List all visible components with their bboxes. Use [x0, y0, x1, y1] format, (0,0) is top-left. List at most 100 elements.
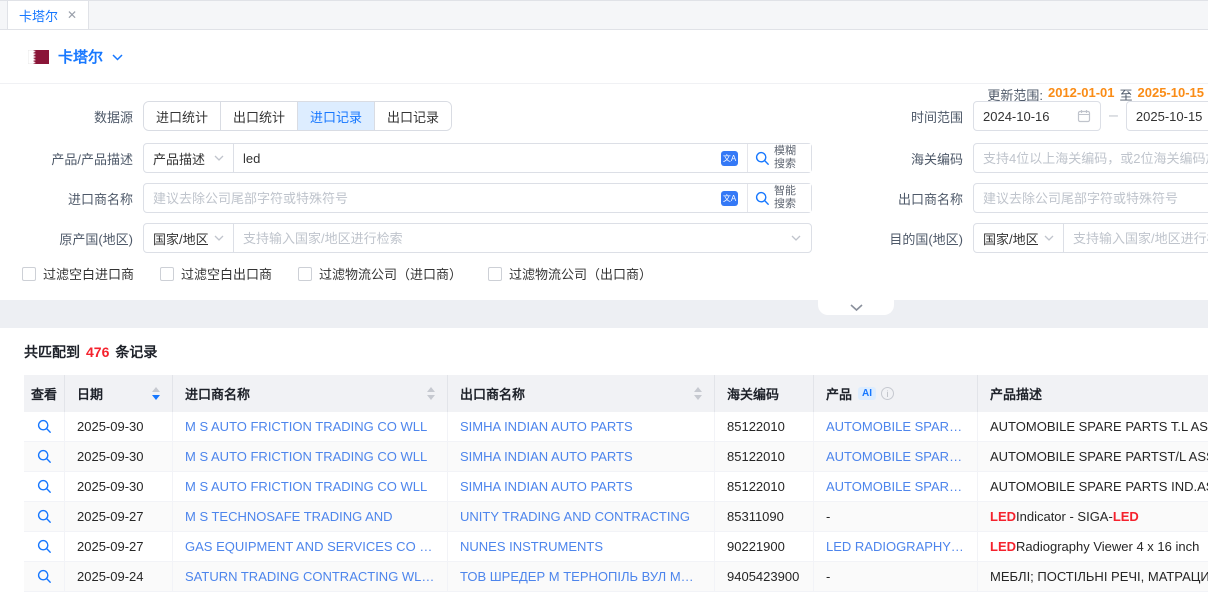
column-header-importer[interactable]: 进口商名称 [173, 375, 448, 412]
tab-title: 卡塔尔 [19, 6, 58, 25]
date-start-input[interactable]: 2024-10-16 [973, 101, 1101, 131]
product-type-select[interactable]: 产品描述 [144, 144, 234, 172]
cell-importer: M S AUTO FRICTION TRADING CO WLL [173, 472, 448, 501]
cell-importer: M S AUTO FRICTION TRADING CO WLL [173, 442, 448, 471]
checkbox-box[interactable] [298, 267, 312, 281]
view-record-icon[interactable] [37, 419, 52, 434]
dest-country-select[interactable]: 国家/地区 [974, 224, 1064, 252]
exporter-link[interactable]: NUNES INSTRUMENTS [460, 539, 603, 554]
importer-link[interactable]: M S AUTO FRICTION TRADING CO WLL [185, 449, 427, 464]
view-record-icon[interactable] [37, 509, 52, 524]
origin-country-select-value: 国家/地区 [153, 229, 209, 248]
table-row: 2025-09-27GAS EQUIPMENT AND SERVICES CO … [24, 532, 1208, 562]
chevron-down-icon[interactable] [112, 54, 123, 61]
results-count: 476 [86, 344, 109, 360]
checkbox-box[interactable] [160, 267, 174, 281]
exporter-link[interactable]: SIMHA INDIAN AUTO PARTS [460, 479, 633, 494]
cell-product: AUTOMOBILE SPARE P... [814, 412, 978, 441]
cell-date: 2025-09-30 [65, 472, 173, 501]
sort-icon[interactable] [144, 387, 160, 400]
product-link[interactable]: AUTOMOBILE SPARE P... [826, 449, 965, 464]
filter-checkbox[interactable]: 过滤物流公司（进口商） [298, 264, 462, 283]
dest-country-group: 国家/地区 [973, 223, 1208, 253]
table-header: 查看 日期 进口商名称 出口商名称 海关编码 产品 [24, 375, 1208, 412]
product-link[interactable]: AUTOMOBILE SPARE P... [826, 419, 965, 434]
filter-checkbox[interactable]: 过滤空白出口商 [160, 264, 272, 283]
translate-icon[interactable]: 文A [721, 191, 738, 206]
checkbox-box[interactable] [488, 267, 502, 281]
filter-checkbox[interactable]: 过滤空白进口商 [22, 264, 134, 283]
cell-importer: M S AUTO FRICTION TRADING CO WLL [173, 412, 448, 441]
data-source-label: 数据源 [0, 107, 133, 126]
product-type-value: 产品描述 [153, 149, 205, 168]
cell-description: AUTOMOBILE SPARE PARTS IND.ASS... [978, 472, 1208, 501]
cell-view [24, 562, 65, 591]
importer-input[interactable] [144, 184, 721, 212]
data-source-option[interactable]: 出口统计 [220, 102, 297, 130]
importer-link[interactable]: GAS EQUIPMENT AND SERVICES CO LTD [185, 539, 435, 554]
exporter-link[interactable]: UNITY TRADING AND CONTRACTING [460, 509, 690, 524]
cell-importer: SATURN TRADING CONTRACTING WLL BUI... [173, 562, 448, 591]
product-search-input[interactable] [234, 144, 721, 172]
importer-link[interactable]: M S AUTO FRICTION TRADING CO WLL [185, 419, 427, 434]
fuzzy-search-label: 模糊搜索 [774, 145, 798, 170]
filter-panel: 更新范围: 2012-01-01 至 2025-10-15 数据源 进口统计出口… [0, 84, 1208, 300]
filter-checkbox[interactable]: 过滤物流公司（出口商） [488, 264, 652, 283]
product-link[interactable]: AUTOMOBILE SPARE P... [826, 479, 965, 494]
cell-hs-code: 85122010 [715, 442, 814, 471]
view-record-icon[interactable] [37, 479, 52, 494]
product-link[interactable]: LED RADIOGRAPHY VI... [826, 539, 965, 554]
exporter-link[interactable]: ТОВ ШРЕДЕР М ТЕРНОПІЛЬ ВУЛ МИКУЛИ... [460, 569, 702, 584]
summary-prefix: 共匹配到 [24, 342, 80, 362]
checkbox-label: 过滤物流公司（进口商） [319, 264, 462, 283]
column-header-exporter[interactable]: 出口商名称 [448, 375, 715, 412]
checkbox-label: 过滤物流公司（出口商） [509, 264, 652, 283]
importer-link[interactable]: SATURN TRADING CONTRACTING WLL BUI... [185, 569, 435, 584]
column-header-date[interactable]: 日期 [65, 375, 173, 412]
view-record-icon[interactable] [37, 539, 52, 554]
data-source-option[interactable]: 进口记录 [297, 102, 374, 130]
exporter-input[interactable] [973, 183, 1208, 213]
fuzzy-search-button[interactable]: 模糊搜索 [747, 144, 811, 172]
date-start-value: 2024-10-16 [983, 109, 1071, 124]
exporter-label: 出口商名称 [880, 189, 963, 208]
time-range-row: 时间范围 2024-10-16 – 2025-10-15 [880, 101, 1208, 131]
view-record-icon[interactable] [37, 569, 52, 584]
sort-icon[interactable] [419, 387, 435, 400]
cell-product: - [826, 569, 830, 584]
cell-importer: GAS EQUIPMENT AND SERVICES CO LTD [173, 532, 448, 561]
table-row: 2025-09-24SATURN TRADING CONTRACTING WLL… [24, 562, 1208, 592]
cell-description: МЕБЛІ; ПОСТІЛЬНІ РЕЧІ, МАТРАЦИ,... [978, 562, 1208, 591]
hs-code-input[interactable] [973, 143, 1208, 173]
cell-view [24, 532, 65, 561]
sort-icon[interactable] [686, 387, 702, 400]
dest-country-row: 目的国(地区) 国家/地区 [880, 223, 1208, 253]
view-record-icon[interactable] [37, 449, 52, 464]
exporter-link[interactable]: SIMHA INDIAN AUTO PARTS [460, 449, 633, 464]
importer-input-group: 文A 智能搜索 [143, 183, 812, 213]
origin-country-select[interactable]: 国家/地区 [144, 224, 234, 252]
dest-country-input[interactable] [1064, 224, 1208, 252]
tab-qatar[interactable]: 卡塔尔 ✕ [7, 0, 89, 29]
info-icon[interactable]: i [881, 387, 894, 400]
cell-exporter: ТОВ ШРЕДЕР М ТЕРНОПІЛЬ ВУЛ МИКУЛИ... [448, 562, 715, 591]
smart-search-button[interactable]: 智能搜索 [747, 184, 811, 212]
importer-link[interactable]: M S AUTO FRICTION TRADING CO WLL [185, 479, 427, 494]
hs-code-row: 海关编码 [880, 143, 1208, 173]
translate-icon[interactable]: 文A [721, 151, 738, 166]
table-row: 2025-09-27M S TECHNOSAFE TRADING ANDUNIT… [24, 502, 1208, 532]
data-source-option[interactable]: 进口统计 [144, 102, 220, 130]
cell-exporter: UNITY TRADING AND CONTRACTING [448, 502, 715, 531]
checkbox-box[interactable] [22, 267, 36, 281]
importer-link[interactable]: M S TECHNOSAFE TRADING AND [185, 509, 393, 524]
tab-close-icon[interactable]: ✕ [67, 8, 77, 22]
origin-country-input[interactable] [234, 224, 791, 252]
collapse-toggle[interactable] [818, 300, 894, 315]
data-source-option[interactable]: 出口记录 [374, 102, 451, 130]
panel-gap [0, 300, 1208, 328]
filter-checkbox-row: 过滤空白进口商 过滤空白出口商 过滤物流公司（进口商） 过滤物流公司（出口商） [22, 264, 652, 283]
column-header-hs-code: 海关编码 [715, 375, 814, 412]
exporter-link[interactable]: SIMHA INDIAN AUTO PARTS [460, 419, 633, 434]
date-end-input[interactable]: 2025-10-15 [1126, 101, 1208, 131]
cell-description: AUTOMOBILE SPARE PARTS T.L ASSY ... [978, 412, 1208, 441]
